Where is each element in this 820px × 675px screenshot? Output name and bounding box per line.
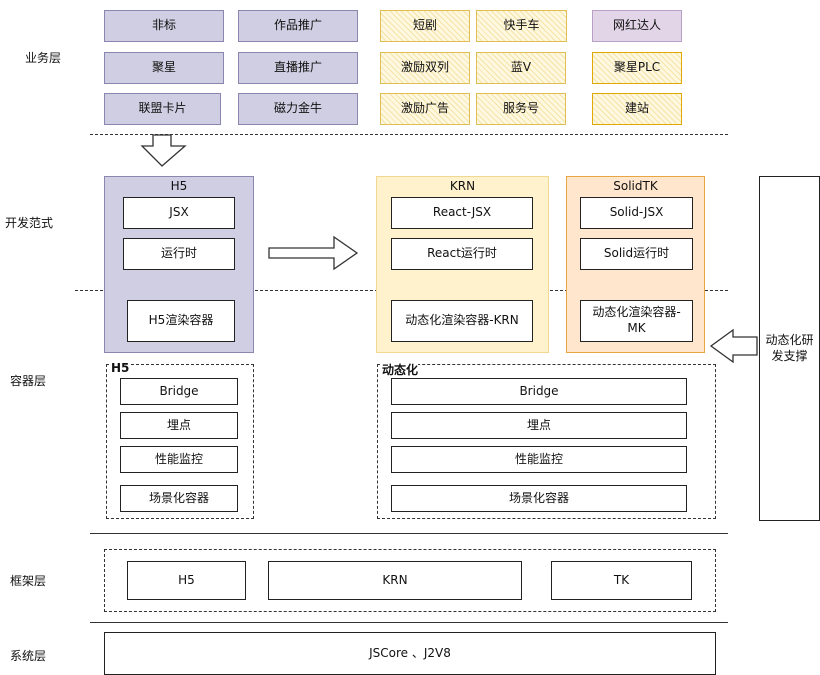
system-box: JSCore 、J2V8 bbox=[104, 632, 716, 675]
container-item: Bridge bbox=[391, 378, 687, 405]
dev-item: React运行时 bbox=[391, 238, 533, 270]
layer-label-container: 容器层 bbox=[10, 374, 47, 388]
dev-item: H5渲染容器 bbox=[127, 300, 235, 342]
dev-item: Solid运行时 bbox=[580, 238, 693, 270]
container-item: Bridge bbox=[120, 378, 238, 405]
group-title: SolidTK bbox=[613, 179, 658, 193]
container-item: 性能监控 bbox=[120, 446, 238, 473]
framework-item: TK bbox=[551, 561, 692, 600]
biz-item: 服务号 bbox=[476, 93, 566, 125]
arrow-right-icon bbox=[268, 235, 359, 271]
biz-item: 直播推广 bbox=[238, 52, 358, 84]
biz-item: 聚星 bbox=[104, 52, 224, 84]
framework-item: KRN bbox=[268, 561, 522, 600]
container-item: 埋点 bbox=[391, 412, 687, 439]
group-title: H5 bbox=[170, 179, 188, 193]
dev-item: React-JSX bbox=[391, 197, 533, 229]
biz-item: 建站 bbox=[592, 93, 682, 125]
dev-item: JSX bbox=[123, 197, 235, 229]
container-item: 性能监控 bbox=[391, 446, 687, 473]
biz-item: 非标 bbox=[104, 10, 224, 42]
biz-item: 激励广告 bbox=[380, 93, 470, 125]
biz-item: 联盟卡片 bbox=[104, 93, 221, 125]
divider bbox=[90, 622, 728, 623]
dev-item: 运行时 bbox=[123, 238, 235, 270]
layer-label-framework: 框架层 bbox=[10, 574, 47, 588]
group-title: H5 bbox=[111, 361, 130, 375]
biz-item: 磁力金牛 bbox=[238, 93, 358, 125]
biz-item: 聚星PLC bbox=[592, 52, 682, 84]
biz-item: 网红达人 bbox=[592, 10, 682, 42]
layer-label-business: 业务层 bbox=[25, 51, 62, 65]
layer-label-system: 系统层 bbox=[10, 649, 47, 663]
layer-label-dev: 开发范式 bbox=[5, 216, 54, 230]
dynamic-support-box: 动态化研发支撑 bbox=[759, 176, 820, 521]
biz-item: 短剧 bbox=[380, 10, 470, 42]
dev-item: 动态化渲染容器-KRN bbox=[391, 300, 533, 342]
biz-item: 作品推广 bbox=[238, 10, 358, 42]
container-item: 埋点 bbox=[120, 412, 238, 439]
biz-item: 激励双列 bbox=[380, 52, 470, 84]
divider bbox=[90, 533, 728, 534]
biz-item: 蓝V bbox=[476, 52, 566, 84]
group-title: 动态化 bbox=[382, 361, 419, 378]
arrow-left-icon bbox=[709, 328, 758, 364]
group-title: KRN bbox=[449, 179, 476, 193]
container-item: 场景化容器 bbox=[120, 485, 238, 512]
framework-item: H5 bbox=[127, 561, 246, 600]
container-item: 场景化容器 bbox=[391, 485, 687, 512]
biz-item: 快手车 bbox=[476, 10, 567, 42]
arrow-down-icon bbox=[140, 134, 187, 167]
dev-item: Solid-JSX bbox=[580, 197, 693, 229]
dev-item: 动态化渲染容器-MK bbox=[580, 300, 693, 342]
